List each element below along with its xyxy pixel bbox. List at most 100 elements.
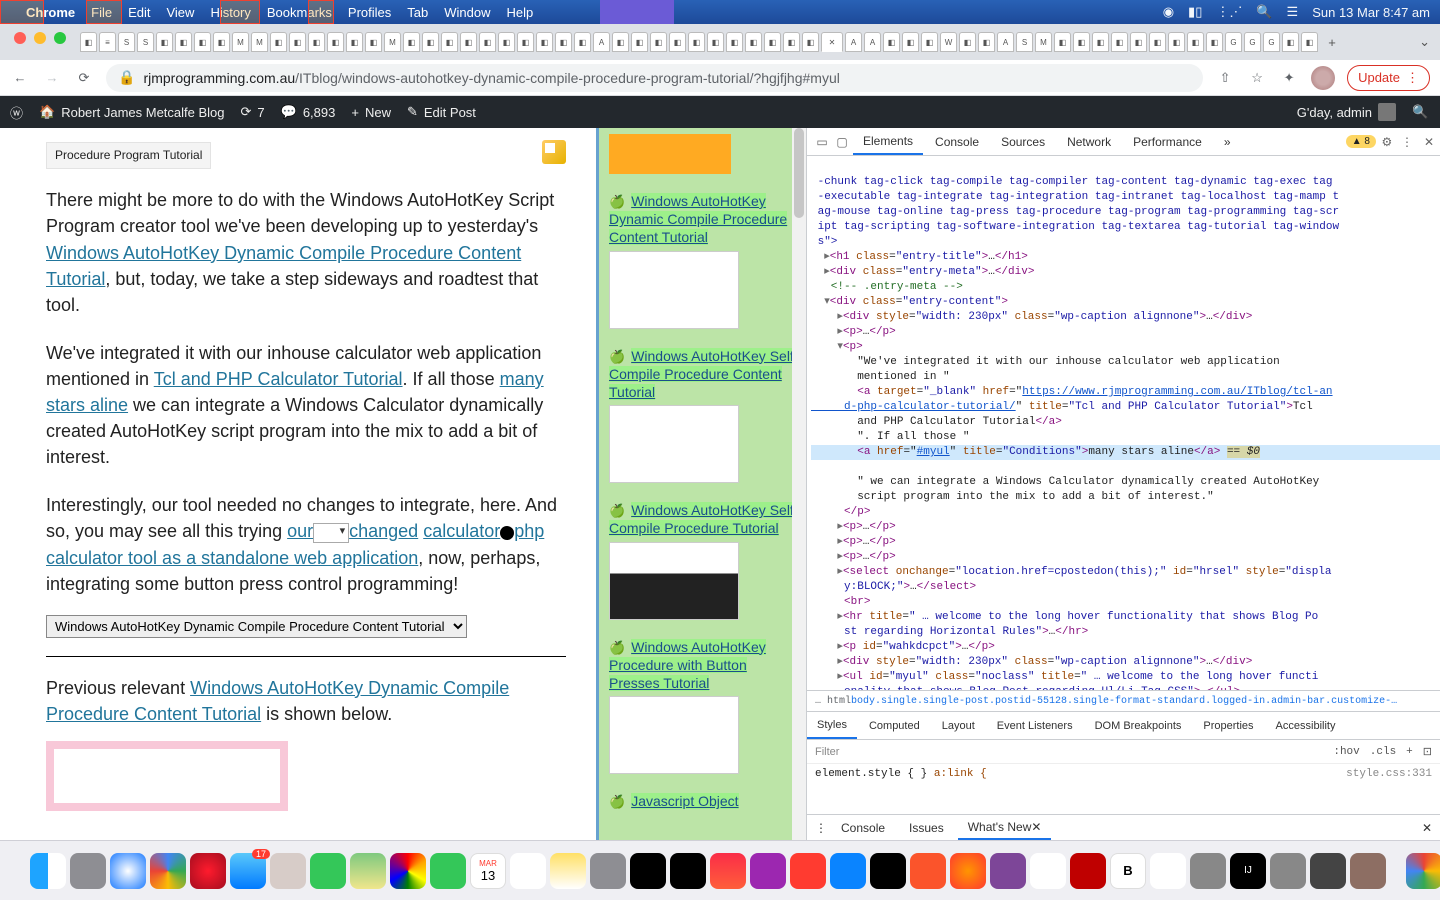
close-window[interactable] (14, 32, 26, 44)
sidebar-item[interactable]: 🍏Windows AutoHotKey Dynamic Compile Proc… (609, 192, 796, 329)
browser-tab[interactable]: ◧ (902, 32, 919, 52)
sidebar-link[interactable]: Javascript Object (631, 793, 738, 809)
update-button[interactable]: Update⋮ (1347, 65, 1430, 91)
browser-tab[interactable]: ◧ (921, 32, 938, 52)
app-icon[interactable] (1270, 853, 1306, 889)
menu-profiles[interactable]: Profiles (348, 5, 391, 20)
browser-tab[interactable]: ◧ (707, 32, 724, 52)
edit-post[interactable]: ✎ Edit Post (407, 104, 476, 120)
new-tab-button[interactable]: + (1320, 30, 1344, 54)
browser-tab[interactable]: ◧ (726, 32, 743, 52)
post-select[interactable]: Windows AutoHotKey Dynamic Compile Proce… (46, 615, 467, 638)
sidebar-link[interactable]: Windows AutoHotKey Self Compile Procedur… (609, 502, 794, 536)
tor-icon[interactable] (990, 853, 1026, 889)
browser-tab[interactable]: G (1244, 32, 1261, 52)
browser-tab[interactable]: ◧ (688, 32, 705, 52)
back-button[interactable]: ← (10, 68, 30, 88)
prev-thumbnail[interactable] (46, 741, 288, 811)
browser-tab[interactable]: ◧ (422, 32, 439, 52)
drawer-kebab-icon[interactable]: ⋮ (815, 821, 827, 835)
finder-icon[interactable] (30, 853, 66, 889)
bbedit-icon[interactable] (1030, 853, 1066, 889)
browser-tab[interactable]: A (845, 32, 862, 52)
tab-accessibility[interactable]: Accessibility (1266, 712, 1346, 739)
tab-styles[interactable]: Styles (807, 712, 857, 739)
browser-tab[interactable]: ◧ (1149, 32, 1166, 52)
browser-tab[interactable]: ◧ (1301, 32, 1318, 52)
app-icon[interactable] (1310, 853, 1346, 889)
safari-icon[interactable] (110, 853, 146, 889)
sidebar-item[interactable]: 🍏Javascript Object (609, 792, 796, 810)
ij-icon[interactable]: IJ (1230, 853, 1266, 889)
browser-tab[interactable]: ◧ (194, 32, 211, 52)
browser-tab[interactable]: ◧ (536, 32, 553, 52)
browser-tab[interactable]: ◧ (650, 32, 667, 52)
share-icon[interactable]: ⇧ (1215, 68, 1235, 88)
site-name[interactable]: 🏠 Robert James Metcalfe Blog (39, 104, 224, 120)
sidebar-link[interactable]: Windows AutoHotKey Self Compile Procedur… (609, 348, 794, 400)
profile-avatar[interactable] (1311, 66, 1335, 90)
kebab-icon[interactable]: ⋮ (1398, 133, 1416, 151)
reload-button[interactable]: ⟳ (74, 68, 94, 88)
clock[interactable]: Sun 13 Mar 8:47 am (1312, 5, 1430, 20)
comments[interactable]: 💬 6,893 (281, 104, 336, 120)
menu-view[interactable]: View (166, 5, 194, 20)
browser-tab[interactable]: ◧ (802, 32, 819, 52)
new-content[interactable]: + New (351, 105, 391, 120)
gear-icon[interactable]: ⚙ (1378, 133, 1396, 151)
browser-tab[interactable]: M (251, 32, 268, 52)
voice-memo-icon[interactable] (630, 853, 666, 889)
wp-logo[interactable]: ⓦ (10, 103, 23, 122)
launchpad-icon[interactable] (70, 853, 106, 889)
news-icon[interactable] (790, 853, 826, 889)
chrome-icon[interactable] (1406, 853, 1440, 889)
extensions-icon[interactable]: ✦ (1279, 68, 1299, 88)
browser-tab[interactable]: A (864, 32, 881, 52)
issues-badge[interactable]: ▲ 8 (1346, 135, 1376, 148)
brackets-icon[interactable]: B (1110, 853, 1146, 889)
styles-rules[interactable]: element.style { } style.css:331a:link { (807, 764, 1440, 814)
address-bar[interactable]: 🔒 rjmprogramming.com.au/ITblog/windows-a… (106, 64, 1203, 92)
add-rule-icon[interactable]: + (1406, 746, 1413, 758)
sidebar-item[interactable]: 🍏Windows AutoHotKey Self Compile Procedu… (609, 347, 796, 484)
facetime-icon[interactable] (430, 853, 466, 889)
device-toggle-icon[interactable]: ▢ (833, 133, 851, 151)
scrollbar[interactable] (792, 128, 806, 840)
gimp-icon[interactable] (1350, 853, 1386, 889)
inspect-icon[interactable]: ▭ (813, 133, 831, 151)
sidebar-item[interactable]: 🍏Windows AutoHotKey Self Compile Procedu… (609, 501, 796, 619)
browser-tab[interactable]: ◧ (498, 32, 515, 52)
browser-tab[interactable]: ◧ (441, 32, 458, 52)
browser-tab[interactable]: ◧ (1168, 32, 1185, 52)
tv-icon[interactable] (670, 853, 706, 889)
maps-icon[interactable] (350, 853, 386, 889)
firefox-icon[interactable] (950, 853, 986, 889)
browser-tab[interactable]: G (1225, 32, 1242, 52)
browser-tab[interactable]: S (118, 32, 135, 52)
browser-tab[interactable]: ◧ (612, 32, 629, 52)
tab-computed[interactable]: Computed (859, 712, 930, 739)
browser-tab[interactable]: ◧ (365, 32, 382, 52)
browser-tab[interactable]: ◧ (460, 32, 477, 52)
browser-tab[interactable]: S (1016, 32, 1033, 52)
opera-icon[interactable] (190, 853, 226, 889)
sidebar-link[interactable]: Windows AutoHotKey Procedure with Button… (609, 639, 766, 691)
browser-tab[interactable]: ◧ (631, 32, 648, 52)
browser-tab[interactable]: ◧ (959, 32, 976, 52)
browser-tab[interactable]: A (593, 32, 610, 52)
box-model-icon[interactable]: ⊡ (1423, 745, 1432, 759)
search-icon[interactable]: 🔍 (1412, 103, 1430, 121)
app-name[interactable]: Chrome (26, 5, 75, 20)
bookmark-icon[interactable]: ☆ (1247, 68, 1267, 88)
chromium-icon[interactable] (150, 853, 186, 889)
photos-icon[interactable] (390, 853, 426, 889)
notes-icon[interactable] (550, 853, 586, 889)
tab-layout[interactable]: Layout (932, 712, 985, 739)
tab-properties[interactable]: Properties (1193, 712, 1263, 739)
calendar-icon[interactable]: MAR13 (470, 853, 506, 889)
sidebar-item[interactable]: 🍏Windows AutoHotKey Procedure with Butto… (609, 638, 796, 775)
menu-help[interactable]: Help (507, 5, 534, 20)
browser-tab[interactable]: S (137, 32, 154, 52)
browser-tab[interactable]: ◧ (80, 32, 97, 52)
mail-icon[interactable] (230, 853, 266, 889)
